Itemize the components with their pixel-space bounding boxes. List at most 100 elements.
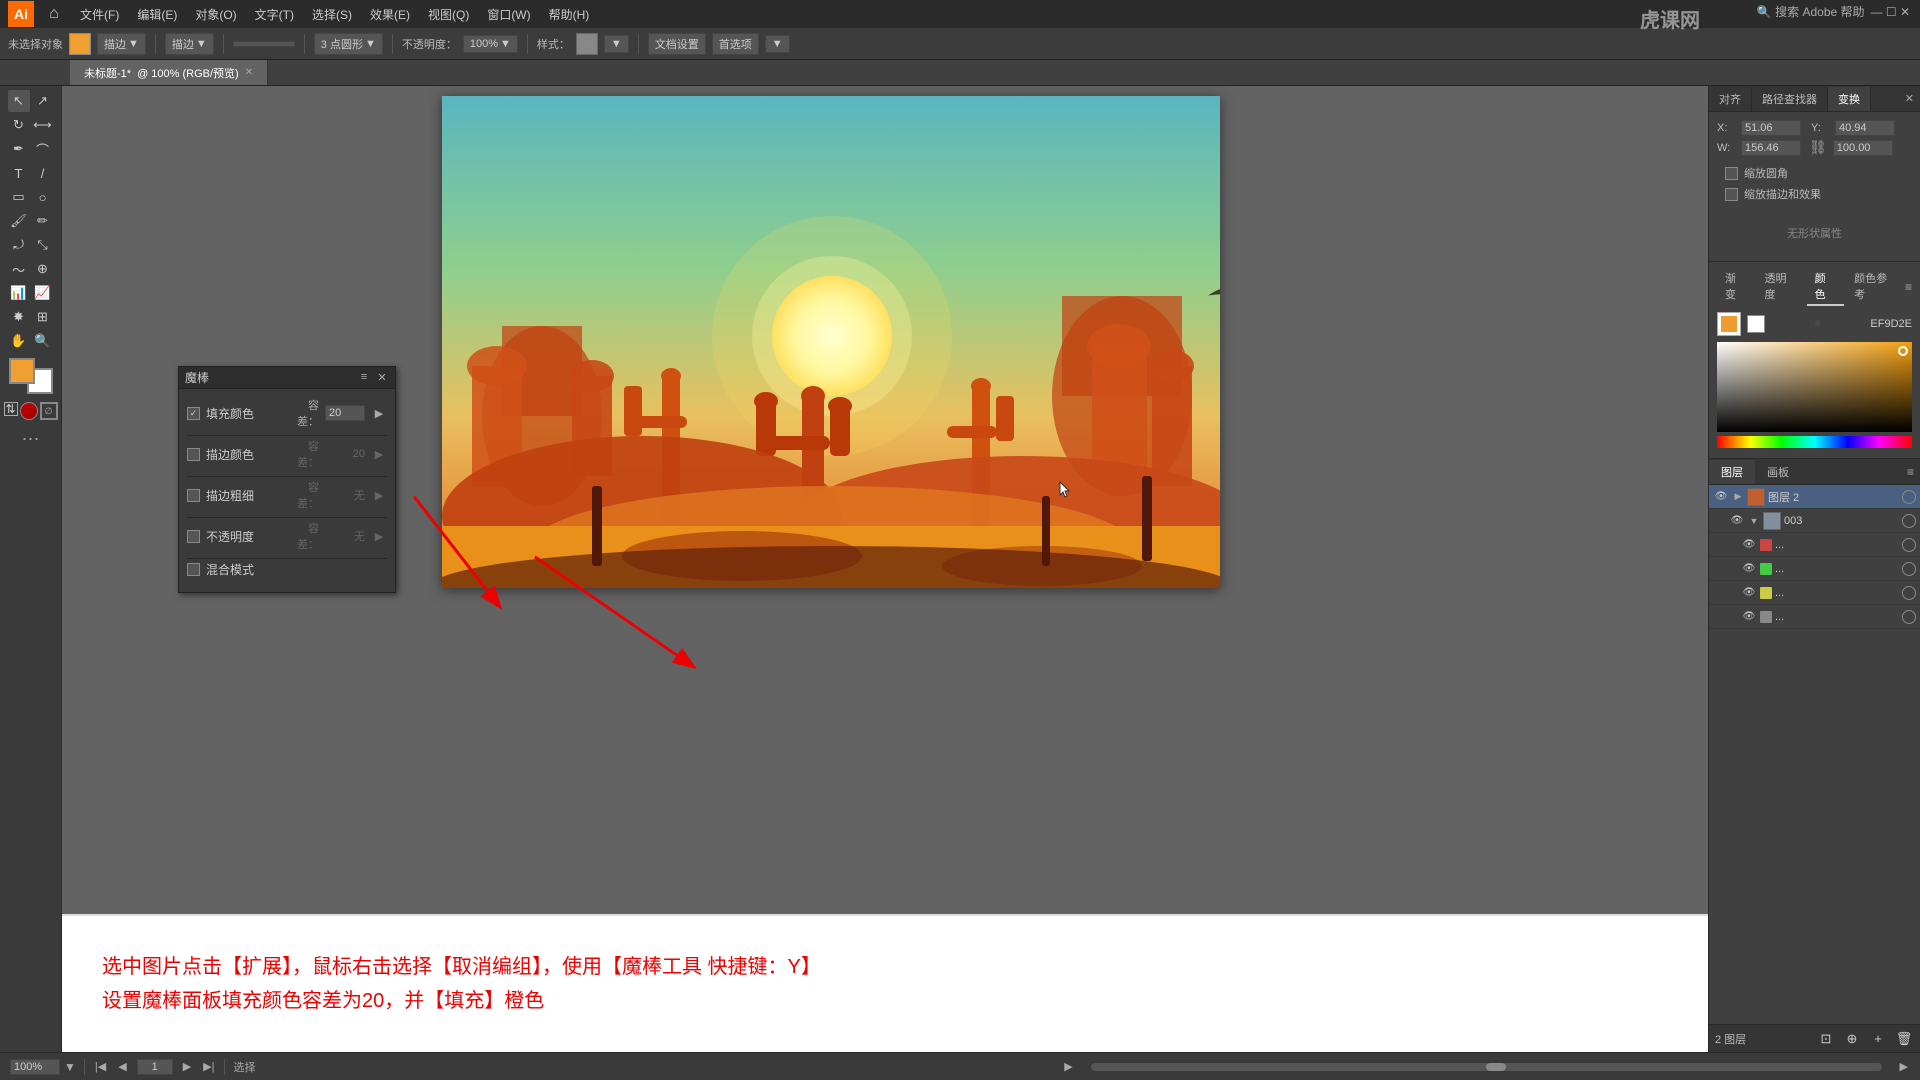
stroke-width-checkbox[interactable] [187, 489, 200, 502]
menu-file[interactable]: 文件(F) [72, 3, 127, 26]
003-eye[interactable]: 👁 [1729, 513, 1745, 529]
panel-close-btn[interactable]: ✕ [375, 371, 389, 384]
tab-close-btn[interactable]: ✕ [245, 67, 253, 78]
opacity-checkbox[interactable] [187, 530, 200, 543]
direct-select-tool[interactable]: ↗ [32, 90, 54, 112]
x-input[interactable] [1741, 120, 1801, 136]
style-dropdown[interactable]: ▼ [604, 35, 629, 53]
circle-dropdown[interactable]: 3 点圆形 ▼ [314, 33, 383, 55]
003-target[interactable] [1902, 514, 1916, 528]
zoom-input[interactable] [10, 1059, 60, 1075]
last-page-btn[interactable]: ▶| [201, 1060, 216, 1073]
doc-settings-btn[interactable]: 文档设置 [648, 33, 706, 55]
h-input[interactable] [1833, 140, 1893, 156]
layer2-target[interactable] [1902, 490, 1916, 504]
gray-target[interactable] [1902, 610, 1916, 624]
menu-view[interactable]: 视图(Q) [420, 3, 477, 26]
menu-effect[interactable]: 效果(E) [362, 3, 418, 26]
layer-item-yellow[interactable]: 👁 ... [1709, 581, 1920, 605]
gradient-tool-swatch[interactable] [20, 402, 38, 420]
first-page-btn[interactable]: |◀ [93, 1060, 108, 1073]
layer-item-gray[interactable]: 👁 ... [1709, 605, 1920, 629]
zoom-dropdown-icon[interactable]: ▼ [64, 1060, 76, 1074]
fill-color-tolerance[interactable] [325, 405, 365, 421]
scale-corners-checkbox[interactable] [1725, 167, 1738, 180]
paintbrush-tool[interactable]: 🖌 [8, 210, 30, 232]
type-tool[interactable]: T [8, 162, 30, 184]
home-icon[interactable]: ⌂ [42, 2, 66, 26]
menu-object[interactable]: 对象(O) [187, 3, 244, 26]
transform-tab[interactable]: 变换 [1828, 87, 1871, 111]
bar-graph-tool[interactable]: 📈 [32, 282, 54, 304]
foreground-color[interactable] [9, 358, 35, 384]
w-input[interactable] [1741, 140, 1801, 156]
gradient-tab[interactable]: 渐变 [1717, 268, 1754, 306]
layer-item-layer2[interactable]: 👁 ▶ 图层 2 [1709, 485, 1920, 509]
document-tab[interactable]: 未标题-1* @ 100% (RGB/预览) ✕ [70, 60, 268, 85]
scale-strokes-checkbox[interactable] [1725, 188, 1738, 201]
next-page-btn[interactable]: ▶ [181, 1060, 193, 1073]
color-ref-tab[interactable]: 颜色参考 [1846, 268, 1905, 306]
artboard-tool[interactable]: ⊞ [32, 306, 54, 328]
symbol-sprayer-tool[interactable]: ✸ [8, 306, 30, 328]
transparency-tab[interactable]: 透明度 [1756, 268, 1804, 306]
ellipse-tool[interactable]: ○ [32, 186, 54, 208]
line-tool[interactable]: / [32, 162, 54, 184]
page-input[interactable] [137, 1059, 173, 1075]
layers-tab[interactable]: 图层 [1709, 460, 1755, 484]
column-graph-tool[interactable]: 📊 [8, 282, 30, 304]
color-panel-menu[interactable]: ≡ [1905, 280, 1912, 294]
rotate-tool[interactable]: ↻ [8, 114, 30, 136]
stroke-color-expand[interactable]: ▶ [371, 448, 387, 461]
prefs-btn[interactable]: 首选项 [712, 33, 759, 55]
more-tools[interactable]: ··· [22, 428, 40, 449]
bg-color-swatch[interactable] [1747, 315, 1765, 333]
stroke-dropdown[interactable]: 描边 ▼ [97, 33, 146, 55]
pathfinder-tab[interactable]: 路径查找器 [1752, 87, 1828, 111]
puppet-warp-tool[interactable]: ⊕ [32, 258, 54, 280]
layer-item-003[interactable]: 👁 ▼ 003 [1709, 509, 1920, 533]
yellow-eye[interactable]: 👁 [1741, 585, 1757, 601]
yellow-target[interactable] [1902, 586, 1916, 600]
red-eye[interactable]: 👁 [1741, 537, 1757, 553]
panel-header[interactable]: 魔棒 ≡ ✕ [179, 367, 395, 389]
selection-tool[interactable]: ↖ [8, 90, 30, 112]
warp-tool[interactable]: 〜 [8, 258, 30, 280]
opacity-expand[interactable]: ▶ [371, 530, 387, 543]
zoom-tool[interactable]: 🔍 [32, 330, 54, 352]
menu-help[interactable]: 帮助(H) [541, 3, 598, 26]
red-target[interactable] [1902, 538, 1916, 552]
none-swatch[interactable]: ∅ [40, 402, 58, 420]
rotate2-tool[interactable]: ⤾ [8, 234, 30, 256]
color-tab[interactable]: 颜色 [1807, 268, 1844, 306]
blend-mode-checkbox[interactable] [187, 563, 200, 576]
fill-color-swatch[interactable] [69, 33, 91, 55]
stroke-color-checkbox[interactable] [187, 448, 200, 461]
blob-brush-tool[interactable]: ✏ [32, 210, 54, 232]
right-panel-close[interactable]: ✕ [1905, 92, 1914, 105]
menu-type[interactable]: 文字(T) [247, 3, 302, 26]
panel-menu-btn[interactable]: ≡ [357, 371, 371, 384]
new-layer-btn[interactable]: + [1868, 1029, 1888, 1049]
y-input[interactable] [1835, 120, 1895, 136]
playback-btn[interactable]: ▶ [1062, 1060, 1074, 1073]
scroll-right-btn[interactable]: ▶ [1898, 1060, 1910, 1073]
color-spectrum[interactable] [1717, 436, 1912, 448]
stroke-width-expand[interactable]: ▶ [371, 489, 387, 502]
curvature-tool[interactable]: ⌒ [32, 138, 54, 160]
white-swatch[interactable] [1717, 312, 1741, 336]
swap-colors[interactable]: ⇅ [4, 402, 18, 416]
make-clipping-mask-btn[interactable]: ⊡ [1816, 1029, 1836, 1049]
rect-tool[interactable]: ▭ [8, 186, 30, 208]
layer2-expand[interactable]: ▶ [1732, 491, 1744, 502]
layer-item-green[interactable]: 👁 ... [1709, 557, 1920, 581]
constrain-proportions[interactable]: ⛓ [1809, 139, 1827, 156]
color-picker-gradient[interactable] [1717, 342, 1912, 432]
fill-color-expand[interactable]: ▶ [371, 407, 387, 420]
scroll-thumb[interactable] [1486, 1063, 1506, 1071]
gray-eye[interactable]: 👁 [1741, 609, 1757, 625]
scale-tool[interactable]: ⤡ [32, 234, 54, 256]
pen-tool[interactable]: ✒ [8, 138, 30, 160]
artboards-tab[interactable]: 画板 [1755, 460, 1801, 484]
fill-color-checkbox[interactable] [187, 407, 200, 420]
